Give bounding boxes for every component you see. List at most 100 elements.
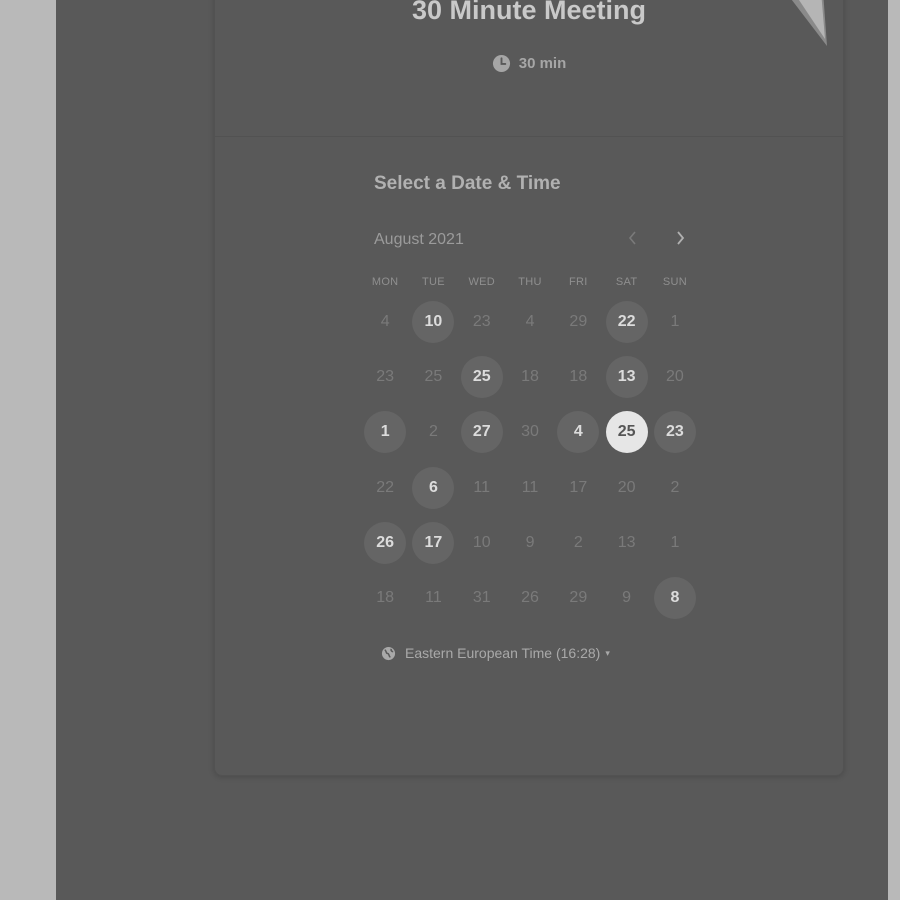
day-number: 23 xyxy=(653,411,696,454)
event-title: 30 Minute Meeting xyxy=(411,0,647,25)
weekday-label: SUN xyxy=(662,276,687,288)
calendar-day-available[interactable]: 26 xyxy=(361,515,409,570)
weekday-label: WED xyxy=(468,276,496,288)
event-duration: 30 min xyxy=(215,54,843,73)
calendar-day: 4 xyxy=(361,294,409,349)
weekday-label: THU xyxy=(518,276,542,288)
calendar-day: 11 xyxy=(409,570,457,625)
duration-label: 30 min xyxy=(518,55,567,72)
day-number: 1 xyxy=(670,533,680,551)
calendar-day: 9 xyxy=(506,515,554,570)
calendar-day-available[interactable]: 1 xyxy=(361,405,409,460)
day-number: 11 xyxy=(521,478,539,496)
day-number: 25 xyxy=(605,411,648,454)
calendar-day-available[interactable]: 4 xyxy=(554,405,602,460)
calendar-day: 22 xyxy=(361,460,409,515)
timezone-selector[interactable]: Eastern European Time (16:28) ▾ xyxy=(381,645,610,661)
day-number: 20 xyxy=(617,478,636,496)
calendar-day: 1 xyxy=(651,515,699,570)
day-number: 2 xyxy=(428,423,438,441)
calendar-day: 23 xyxy=(361,349,409,404)
day-number: 9 xyxy=(525,533,535,551)
day-number: 26 xyxy=(364,521,407,564)
day-number: 23 xyxy=(472,312,491,330)
calendar-day: 25 xyxy=(409,349,457,404)
day-number: 26 xyxy=(521,589,539,607)
calendar-day-available[interactable]: 25 xyxy=(458,349,506,404)
day-number: 4 xyxy=(557,411,600,454)
calendar-day: 2 xyxy=(651,460,699,515)
calendar-grid: 4 10 23 4 29 22 1 23 25 25 18 18 13 20 1 2 27 30 4 25 23 22 6 1… xyxy=(361,294,701,626)
calendar-day: 20 xyxy=(602,460,650,515)
calendar-day: 29 xyxy=(554,570,602,625)
day-number: 30 xyxy=(521,423,539,441)
day-number: 25 xyxy=(460,355,503,398)
calendar-day: 17 xyxy=(554,460,602,515)
day-number: 25 xyxy=(424,367,443,385)
globe-icon xyxy=(381,646,396,661)
day-number: 6 xyxy=(412,466,455,509)
calendar-day-available[interactable]: 27 xyxy=(458,405,506,460)
day-number: 23 xyxy=(376,367,395,385)
timezone-label: Eastern European Time (16:28) xyxy=(405,645,601,661)
calendar-day: 29 xyxy=(554,294,602,349)
calendar-day: 10 xyxy=(458,515,506,570)
weekday-label: MON xyxy=(371,276,399,288)
day-number: 29 xyxy=(569,312,588,330)
right-edge-strip xyxy=(888,0,900,900)
calendar-day: 20 xyxy=(651,349,699,404)
section-title: Select a Date & Time xyxy=(374,173,561,194)
calendar-day: 18 xyxy=(506,349,554,404)
weekday-label: FRI xyxy=(569,276,588,288)
calendar-day-available[interactable]: 17 xyxy=(409,515,457,570)
day-number: 10 xyxy=(472,533,491,551)
day-number: 4 xyxy=(380,312,390,330)
day-number: 11 xyxy=(425,589,442,607)
day-number: 27 xyxy=(460,411,503,454)
calendar-day: 18 xyxy=(361,570,409,625)
day-number: 8 xyxy=(653,577,696,620)
calendar-day: 13 xyxy=(602,515,650,570)
day-number: 10 xyxy=(412,300,455,343)
day-number: 18 xyxy=(376,589,395,607)
day-number: 2 xyxy=(670,478,680,496)
day-number: 20 xyxy=(666,367,684,385)
calendar-day: 4 xyxy=(506,294,554,349)
caret-down-icon: ▾ xyxy=(605,647,610,658)
day-number: 11 xyxy=(473,478,491,496)
calendar-day-available[interactable]: 8 xyxy=(651,570,699,625)
month-label: August 2021 xyxy=(374,231,464,248)
weekday-header: MON TUE WED THU FRI SAT SUN xyxy=(361,276,701,288)
day-number: 13 xyxy=(617,533,636,551)
day-number: 2 xyxy=(573,533,583,551)
day-number: 13 xyxy=(605,355,648,398)
calendar-day: 1 xyxy=(651,294,699,349)
weekday-label: SAT xyxy=(615,276,638,288)
day-number: 9 xyxy=(622,589,632,607)
calendar-day-available[interactable]: 13 xyxy=(602,349,650,404)
calendar-day: 11 xyxy=(506,460,554,515)
day-number: 1 xyxy=(364,411,407,454)
calendar-day: 30 xyxy=(506,405,554,460)
calendar-day: 18 xyxy=(554,349,602,404)
chevron-left-icon xyxy=(628,231,636,245)
calendar-day: 23 xyxy=(458,294,506,349)
previous-month-button[interactable] xyxy=(623,227,643,249)
weekday-label: TUE xyxy=(421,276,445,288)
day-number: 31 xyxy=(472,589,491,607)
calendar-day-available[interactable]: 10 xyxy=(409,294,457,349)
calendar-day-available[interactable]: 23 xyxy=(651,405,699,460)
next-month-button[interactable] xyxy=(670,227,690,249)
day-number: 18 xyxy=(569,367,588,385)
calendar-day: 2 xyxy=(554,515,602,570)
calendar-day: 2 xyxy=(409,405,457,460)
day-number: 22 xyxy=(376,478,395,496)
screen-overlay: 30 Minute Meeting 30 min Select a Date &… xyxy=(56,0,888,900)
calendar-day-selected[interactable]: 25 xyxy=(602,405,650,460)
calendar-day-available[interactable]: 6 xyxy=(409,460,457,515)
day-number: 17 xyxy=(569,478,588,496)
day-number: 22 xyxy=(605,300,648,343)
scheduling-card: 30 Minute Meeting 30 min Select a Date &… xyxy=(214,0,844,776)
calendar-day: 9 xyxy=(602,570,650,625)
calendar-day-available[interactable]: 22 xyxy=(602,294,650,349)
